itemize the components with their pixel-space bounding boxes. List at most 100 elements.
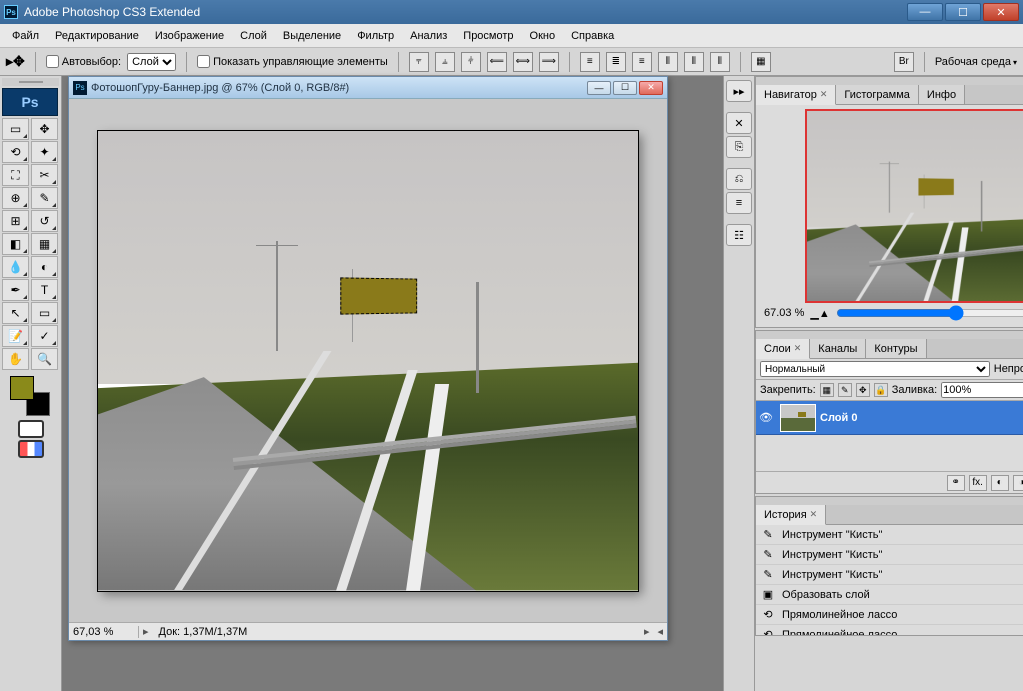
zoom-out-icon[interactable]: ▁▲ — [810, 307, 829, 320]
auto-select-checkbox[interactable]: Автовыбор: — [46, 55, 121, 68]
menu-edit[interactable]: Редактирование — [47, 28, 147, 44]
bridge-icon[interactable]: Br — [894, 52, 914, 72]
screen-mode-button[interactable] — [18, 440, 44, 458]
menu-select[interactable]: Выделение — [275, 28, 349, 44]
palette-btn-5[interactable]: ☷ — [726, 224, 752, 246]
tab-histogram[interactable]: Гистограмма — [836, 85, 919, 104]
navigator-zoom-slider[interactable] — [836, 305, 1023, 321]
history-item[interactable]: ⟲Прямолинейное лассо — [756, 605, 1023, 625]
path-select-tool[interactable]: ↖ — [2, 302, 29, 324]
menu-image[interactable]: Изображение — [147, 28, 232, 44]
foreground-color[interactable] — [10, 376, 34, 400]
layer-row[interactable]: 👁 Слой 0 — [756, 401, 1023, 435]
blur-tool[interactable]: 💧 — [2, 256, 29, 278]
tab-layers[interactable]: Слои✕ — [756, 339, 810, 359]
distribute-left-icon[interactable]: ⦀ — [658, 52, 678, 72]
distribute-bottom-icon[interactable]: ≡ — [632, 52, 652, 72]
brush-tool[interactable]: ✎ — [31, 187, 58, 209]
marquee-tool[interactable]: ▭ — [2, 118, 29, 140]
hand-tool[interactable]: ✋ — [2, 348, 29, 370]
move-tool[interactable]: ✥ — [31, 118, 58, 140]
notes-tool[interactable]: 📝 — [2, 325, 29, 347]
eyedropper-tool[interactable]: ✓ — [31, 325, 58, 347]
distribute-top-icon[interactable]: ≡ — [580, 52, 600, 72]
distribute-vcenter-icon[interactable]: ≣ — [606, 52, 626, 72]
navigator-zoom-value[interactable]: 67.03 % — [764, 307, 804, 319]
doc-scrollbar-left[interactable]: ◂ — [653, 625, 667, 638]
lasso-selection[interactable] — [340, 277, 417, 314]
align-left-icon[interactable]: ⟸ — [487, 52, 507, 72]
menu-file[interactable]: Файл — [4, 28, 47, 44]
layer-thumbnail[interactable] — [780, 404, 816, 432]
auto-align-icon[interactable]: ▦ — [751, 52, 771, 72]
layer-mask-icon[interactable]: ◐ — [991, 475, 1009, 491]
adjustment-layer-icon[interactable]: ◑ — [1013, 475, 1023, 491]
fill-field[interactable] — [941, 382, 1023, 398]
history-item[interactable]: ✎Инструмент "Кисть" — [756, 565, 1023, 585]
history-item[interactable]: ✎Инструмент "Кисть" — [756, 545, 1023, 565]
type-tool[interactable]: T — [31, 279, 58, 301]
quick-mask-button[interactable] — [18, 420, 44, 438]
align-right-icon[interactable]: ⟹ — [539, 52, 559, 72]
slice-tool[interactable]: ✂ — [31, 164, 58, 186]
doc-info-menu[interactable]: ▸ — [640, 625, 654, 638]
document-window[interactable]: Ps ФотошопГуру-Баннер.jpg @ 67% (Слой 0,… — [68, 76, 668, 641]
shape-tool[interactable]: ▭ — [31, 302, 58, 324]
distribute-right-icon[interactable]: ⦀ — [710, 52, 730, 72]
lasso-tool[interactable]: ⟲ — [2, 141, 29, 163]
menu-window[interactable]: Окно — [522, 28, 564, 44]
dodge-tool[interactable]: ◐ — [31, 256, 58, 278]
tab-paths[interactable]: Контуры — [866, 339, 926, 358]
eraser-tool[interactable]: ◧ — [2, 233, 29, 255]
show-controls-checkbox[interactable]: Показать управляющие элементы — [197, 55, 388, 68]
align-top-icon[interactable]: ⫧ — [409, 52, 429, 72]
menu-help[interactable]: Справка — [563, 28, 622, 44]
distribute-hcenter-icon[interactable]: ⦀ — [684, 52, 704, 72]
pen-tool[interactable]: ✒ — [2, 279, 29, 301]
menu-view[interactable]: Просмотр — [455, 28, 521, 44]
menu-layer[interactable]: Слой — [232, 28, 275, 44]
menu-analysis[interactable]: Анализ — [402, 28, 455, 44]
doc-close-button[interactable]: ✕ — [639, 81, 663, 95]
crop-tool[interactable]: ⛶ — [2, 164, 29, 186]
history-brush-tool[interactable]: ↺ — [31, 210, 58, 232]
minimize-button[interactable]: — — [907, 3, 943, 21]
expand-dock-button[interactable]: ▸▸ — [726, 80, 752, 102]
tools-drag-handle[interactable] — [2, 78, 59, 86]
tab-history[interactable]: История✕ — [756, 505, 826, 525]
lock-position-icon[interactable]: ✥ — [856, 383, 870, 397]
color-swatches[interactable] — [10, 376, 50, 416]
canvas[interactable] — [98, 131, 638, 591]
wand-tool[interactable]: ✦ — [31, 141, 58, 163]
navigator-thumbnail[interactable] — [805, 109, 1023, 303]
gradient-tool[interactable]: ▦ — [31, 233, 58, 255]
palette-btn-1[interactable]: ✕ — [726, 112, 752, 134]
lock-all-icon[interactable]: 🔒 — [874, 383, 888, 397]
link-layers-icon[interactable]: ⚭ — [947, 475, 965, 491]
workspace-dropdown[interactable]: Рабочая среда — [935, 56, 1017, 68]
tab-info[interactable]: Инфо — [919, 85, 965, 104]
doc-maximize-button[interactable]: ☐ — [613, 81, 637, 95]
doc-zoom-field[interactable]: 67,03 % — [69, 626, 139, 638]
history-item[interactable]: ⟲Прямолинейное лассо — [756, 625, 1023, 635]
doc-zoom-menu[interactable]: ▸ — [139, 625, 153, 638]
palette-btn-3[interactable]: ⎌ — [726, 168, 752, 190]
layer-fx-icon[interactable]: fx. — [969, 475, 987, 491]
close-button[interactable]: ✕ — [983, 3, 1019, 21]
history-item[interactable]: ✎Инструмент "Кисть" — [756, 525, 1023, 545]
doc-minimize-button[interactable]: — — [587, 81, 611, 95]
lock-transparency-icon[interactable]: ▦ — [820, 383, 834, 397]
menu-filter[interactable]: Фильтр — [349, 28, 402, 44]
document-titlebar[interactable]: Ps ФотошопГуру-Баннер.jpg @ 67% (Слой 0,… — [69, 77, 667, 99]
zoom-tool[interactable]: 🔍 — [31, 348, 58, 370]
palette-btn-4[interactable]: ≡ — [726, 192, 752, 214]
tab-channels[interactable]: Каналы — [810, 339, 866, 358]
history-item[interactable]: ▣Образовать слой — [756, 585, 1023, 605]
lock-pixels-icon[interactable]: ✎ — [838, 383, 852, 397]
align-hcenter-icon[interactable]: ⟺ — [513, 52, 533, 72]
layer-name[interactable]: Слой 0 — [820, 412, 857, 424]
layer-visibility-icon[interactable]: 👁 — [756, 411, 776, 424]
blend-mode-dropdown[interactable]: Нормальный — [760, 361, 990, 377]
palette-btn-2[interactable]: ⎘ — [726, 136, 752, 158]
stamp-tool[interactable]: ⊞ — [2, 210, 29, 232]
